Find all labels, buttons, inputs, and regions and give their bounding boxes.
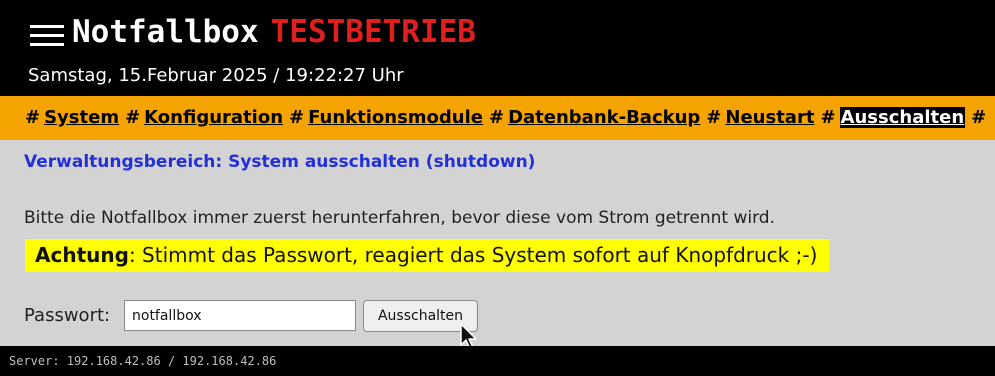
- nav-item-neustart[interactable]: Neustart: [725, 107, 814, 128]
- mode-label: TESTBETRIEB: [270, 14, 476, 50]
- nav-separator: #: [25, 107, 41, 128]
- nav-item-ausschalten[interactable]: Ausschalten: [839, 107, 966, 128]
- warning-label: Achtung: [35, 243, 129, 267]
- nav-item-konfiguration[interactable]: Konfiguration: [144, 107, 283, 128]
- warning-text: : Stimmt das Passwort, reagiert das Syst…: [128, 243, 818, 267]
- app-title-text: Notfallbox: [72, 14, 259, 50]
- nav-separator: #: [289, 107, 305, 128]
- nav-separator: #: [820, 107, 836, 128]
- password-input[interactable]: [124, 300, 356, 331]
- server-info: Server: 192.168.42.86 / 192.168.42.86: [9, 354, 277, 368]
- nav-separator: #: [706, 107, 722, 128]
- nav-separator: #: [971, 107, 987, 128]
- nav-links: # System # Konfiguration # Funktionsmodule # Da…: [25, 107, 990, 128]
- nav-bar: # System # Konfiguration # Funktionsmodule # Da…: [0, 96, 995, 140]
- nav-separator: #: [488, 107, 505, 128]
- warning-banner: Achtung: Stimmt das Passwort, reagiert d…: [25, 239, 830, 272]
- nav-item-funktionsmodule[interactable]: Funktionsmodule: [308, 107, 483, 128]
- app-title: Notfallbox TESTBETRIEB: [72, 14, 476, 50]
- info-text: Bitte die Notfallbox immer zuerst herunt…: [24, 208, 775, 228]
- footer-bar: Server: 192.168.42.86 / 192.168.42.86: [0, 346, 995, 376]
- hamburger-menu-icon[interactable]: [30, 25, 64, 47]
- nav-item-system[interactable]: System: [44, 107, 119, 128]
- nav-separator: #: [125, 107, 141, 128]
- password-label: Passwort:: [24, 305, 111, 326]
- current-datetime: Samstag, 15.Februar 2025 / 19:22:27 Uhr: [28, 65, 404, 86]
- section-title: Verwaltungsbereich: System ausschalten (…: [24, 152, 536, 172]
- nav-item-datenbank-backup[interactable]: Datenbank-Backup: [508, 107, 700, 128]
- main-content: Verwaltungsbereich: System ausschalten (…: [0, 140, 995, 350]
- app-header: Notfallbox TESTBETRIEB: [0, 0, 995, 55]
- date-bar: Samstag, 15.Februar 2025 / 19:22:27 Uhr: [0, 55, 995, 96]
